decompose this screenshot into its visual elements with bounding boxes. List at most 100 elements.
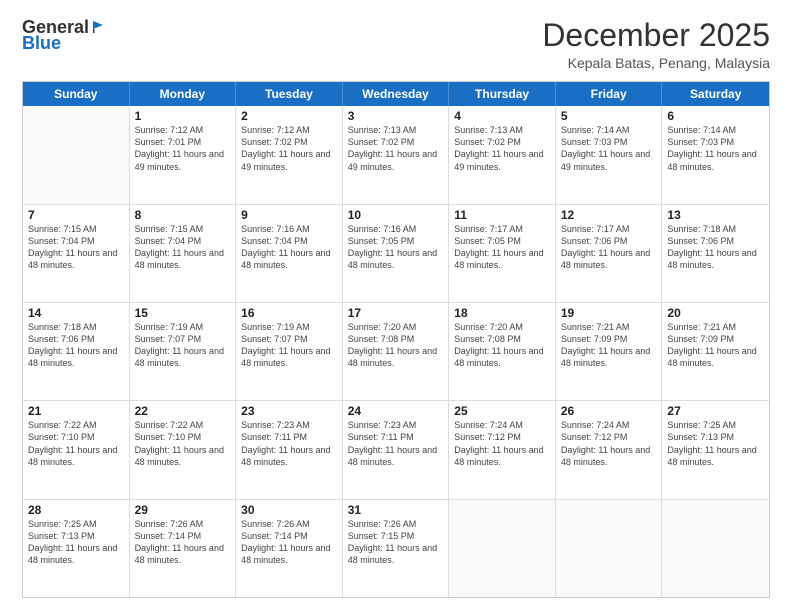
day-number: 11 [454, 208, 550, 222]
cal-cell: 11Sunrise: 7:17 AMSunset: 7:05 PMDayligh… [449, 205, 556, 302]
day-number: 13 [667, 208, 764, 222]
sunrise-text: Sunrise: 7:16 AM [348, 223, 444, 235]
cal-cell: 23Sunrise: 7:23 AMSunset: 7:11 PMDayligh… [236, 401, 343, 498]
cal-cell: 9Sunrise: 7:16 AMSunset: 7:04 PMDaylight… [236, 205, 343, 302]
cal-cell: 6Sunrise: 7:14 AMSunset: 7:03 PMDaylight… [662, 106, 769, 203]
cal-header-thursday: Thursday [449, 82, 556, 106]
cal-cell: 8Sunrise: 7:15 AMSunset: 7:04 PMDaylight… [130, 205, 237, 302]
day-number: 1 [135, 109, 231, 123]
daylight-text: Daylight: 11 hours and 48 minutes. [241, 444, 337, 468]
cal-header-tuesday: Tuesday [236, 82, 343, 106]
cal-cell: 7Sunrise: 7:15 AMSunset: 7:04 PMDaylight… [23, 205, 130, 302]
day-number: 8 [135, 208, 231, 222]
day-number: 25 [454, 404, 550, 418]
day-number: 4 [454, 109, 550, 123]
cal-header-monday: Monday [130, 82, 237, 106]
cal-cell: 26Sunrise: 7:24 AMSunset: 7:12 PMDayligh… [556, 401, 663, 498]
daylight-text: Daylight: 11 hours and 48 minutes. [561, 345, 657, 369]
daylight-text: Daylight: 11 hours and 48 minutes. [561, 247, 657, 271]
sunset-text: Sunset: 7:07 PM [241, 333, 337, 345]
sunrise-text: Sunrise: 7:19 AM [241, 321, 337, 333]
sunrise-text: Sunrise: 7:17 AM [561, 223, 657, 235]
day-number: 17 [348, 306, 444, 320]
sunset-text: Sunset: 7:15 PM [348, 530, 444, 542]
daylight-text: Daylight: 11 hours and 48 minutes. [348, 247, 444, 271]
daylight-text: Daylight: 11 hours and 48 minutes. [28, 542, 124, 566]
daylight-text: Daylight: 11 hours and 48 minutes. [348, 542, 444, 566]
sunrise-text: Sunrise: 7:12 AM [135, 124, 231, 136]
sunrise-text: Sunrise: 7:20 AM [454, 321, 550, 333]
sunset-text: Sunset: 7:10 PM [28, 431, 124, 443]
sunrise-text: Sunrise: 7:20 AM [348, 321, 444, 333]
cal-cell [556, 500, 663, 597]
sunset-text: Sunset: 7:05 PM [454, 235, 550, 247]
sunrise-text: Sunrise: 7:18 AM [28, 321, 124, 333]
day-number: 29 [135, 503, 231, 517]
day-number: 15 [135, 306, 231, 320]
sunset-text: Sunset: 7:05 PM [348, 235, 444, 247]
sunset-text: Sunset: 7:14 PM [241, 530, 337, 542]
location: Kepala Batas, Penang, Malaysia [542, 55, 770, 71]
sunset-text: Sunset: 7:04 PM [28, 235, 124, 247]
cal-cell: 12Sunrise: 7:17 AMSunset: 7:06 PMDayligh… [556, 205, 663, 302]
sunset-text: Sunset: 7:12 PM [454, 431, 550, 443]
daylight-text: Daylight: 11 hours and 48 minutes. [241, 542, 337, 566]
sunrise-text: Sunrise: 7:14 AM [667, 124, 764, 136]
cal-cell: 24Sunrise: 7:23 AMSunset: 7:11 PMDayligh… [343, 401, 450, 498]
sunset-text: Sunset: 7:08 PM [348, 333, 444, 345]
sunrise-text: Sunrise: 7:22 AM [135, 419, 231, 431]
cal-cell: 28Sunrise: 7:25 AMSunset: 7:13 PMDayligh… [23, 500, 130, 597]
daylight-text: Daylight: 11 hours and 48 minutes. [454, 345, 550, 369]
day-number: 6 [667, 109, 764, 123]
sunrise-text: Sunrise: 7:26 AM [348, 518, 444, 530]
daylight-text: Daylight: 11 hours and 48 minutes. [667, 444, 764, 468]
sunset-text: Sunset: 7:08 PM [454, 333, 550, 345]
sunset-text: Sunset: 7:11 PM [241, 431, 337, 443]
sunrise-text: Sunrise: 7:14 AM [561, 124, 657, 136]
cal-cell: 4Sunrise: 7:13 AMSunset: 7:02 PMDaylight… [449, 106, 556, 203]
daylight-text: Daylight: 11 hours and 48 minutes. [135, 542, 231, 566]
day-number: 20 [667, 306, 764, 320]
sunset-text: Sunset: 7:02 PM [241, 136, 337, 148]
calendar: SundayMondayTuesdayWednesdayThursdayFrid… [22, 81, 770, 598]
sunset-text: Sunset: 7:09 PM [667, 333, 764, 345]
cal-cell: 29Sunrise: 7:26 AMSunset: 7:14 PMDayligh… [130, 500, 237, 597]
cal-cell: 27Sunrise: 7:25 AMSunset: 7:13 PMDayligh… [662, 401, 769, 498]
cal-cell: 14Sunrise: 7:18 AMSunset: 7:06 PMDayligh… [23, 303, 130, 400]
cal-cell: 30Sunrise: 7:26 AMSunset: 7:14 PMDayligh… [236, 500, 343, 597]
logo-blue-text: Blue [22, 34, 61, 52]
cal-header-saturday: Saturday [662, 82, 769, 106]
sunrise-text: Sunrise: 7:17 AM [454, 223, 550, 235]
cal-header-sunday: Sunday [23, 82, 130, 106]
sunrise-text: Sunrise: 7:18 AM [667, 223, 764, 235]
daylight-text: Daylight: 11 hours and 48 minutes. [28, 247, 124, 271]
daylight-text: Daylight: 11 hours and 48 minutes. [667, 345, 764, 369]
sunrise-text: Sunrise: 7:21 AM [667, 321, 764, 333]
daylight-text: Daylight: 11 hours and 48 minutes. [135, 345, 231, 369]
sunset-text: Sunset: 7:01 PM [135, 136, 231, 148]
daylight-text: Daylight: 11 hours and 49 minutes. [135, 148, 231, 172]
cal-row-4: 21Sunrise: 7:22 AMSunset: 7:10 PMDayligh… [23, 400, 769, 498]
sunrise-text: Sunrise: 7:22 AM [28, 419, 124, 431]
sunset-text: Sunset: 7:12 PM [561, 431, 657, 443]
day-number: 2 [241, 109, 337, 123]
sunrise-text: Sunrise: 7:13 AM [454, 124, 550, 136]
cal-cell: 2Sunrise: 7:12 AMSunset: 7:02 PMDaylight… [236, 106, 343, 203]
daylight-text: Daylight: 11 hours and 48 minutes. [135, 444, 231, 468]
daylight-text: Daylight: 11 hours and 48 minutes. [348, 345, 444, 369]
day-number: 27 [667, 404, 764, 418]
cal-cell: 16Sunrise: 7:19 AMSunset: 7:07 PMDayligh… [236, 303, 343, 400]
cal-header-friday: Friday [556, 82, 663, 106]
day-number: 28 [28, 503, 124, 517]
sunset-text: Sunset: 7:07 PM [135, 333, 231, 345]
cal-cell [449, 500, 556, 597]
day-number: 12 [561, 208, 657, 222]
daylight-text: Daylight: 11 hours and 49 minutes. [241, 148, 337, 172]
cal-cell: 10Sunrise: 7:16 AMSunset: 7:05 PMDayligh… [343, 205, 450, 302]
daylight-text: Daylight: 11 hours and 48 minutes. [454, 444, 550, 468]
title-area: December 2025 Kepala Batas, Penang, Mala… [542, 18, 770, 71]
day-number: 21 [28, 404, 124, 418]
sunset-text: Sunset: 7:09 PM [561, 333, 657, 345]
daylight-text: Daylight: 11 hours and 49 minutes. [454, 148, 550, 172]
cal-row-5: 28Sunrise: 7:25 AMSunset: 7:13 PMDayligh… [23, 499, 769, 597]
